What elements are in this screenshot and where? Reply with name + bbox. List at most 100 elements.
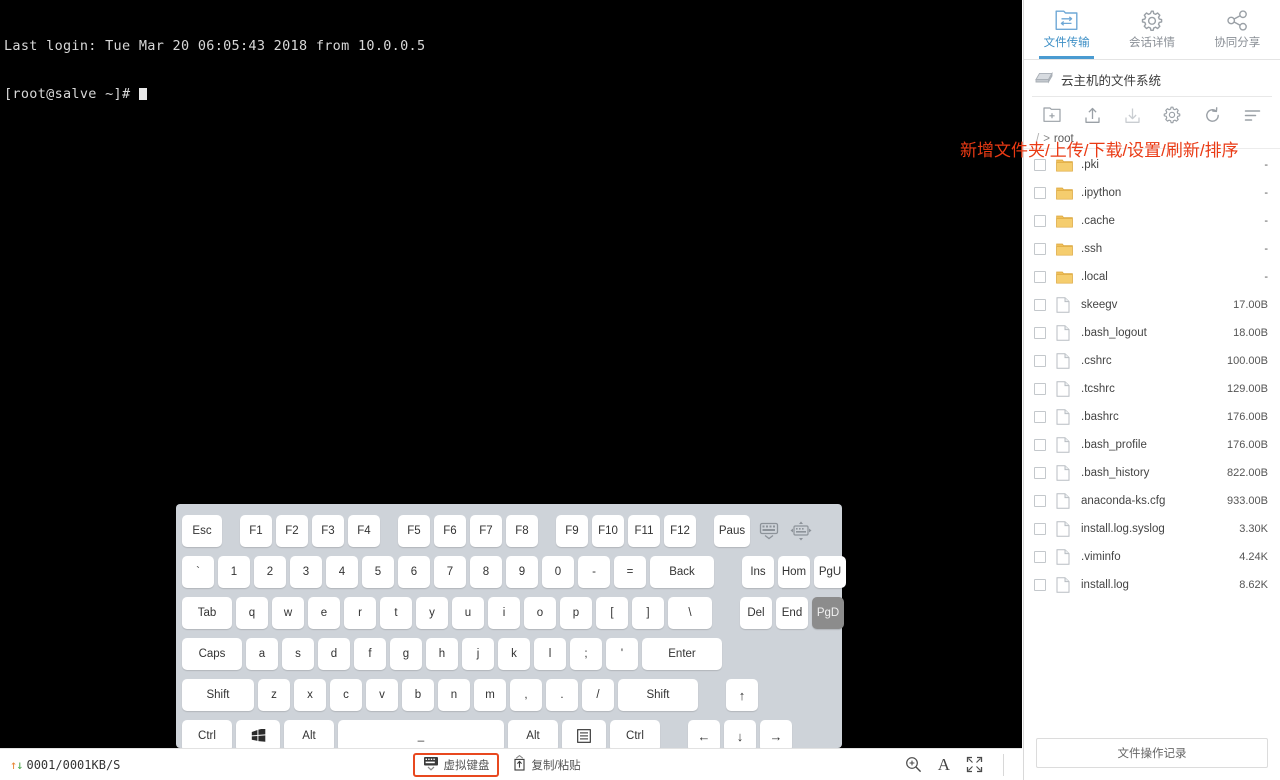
- key-v[interactable]: v: [366, 679, 398, 711]
- key-4[interactable]: 4: [326, 556, 358, 588]
- key-capslock[interactable]: Caps: [182, 638, 242, 670]
- key-z[interactable]: z: [258, 679, 290, 711]
- key-s[interactable]: s: [282, 638, 314, 670]
- file-checkbox[interactable]: [1034, 579, 1046, 591]
- key-o[interactable]: o: [524, 597, 556, 629]
- refresh-icon[interactable]: [1198, 102, 1226, 128]
- key-h[interactable]: h: [426, 638, 458, 670]
- key-backtick[interactable]: `: [182, 556, 214, 588]
- key-f5[interactable]: F5: [398, 515, 430, 547]
- key-d[interactable]: d: [318, 638, 350, 670]
- file-row[interactable]: install.log.syslog 3.30K: [1024, 515, 1280, 543]
- file-row[interactable]: skeegv 17.00B: [1024, 291, 1280, 319]
- file-list[interactable]: .pki - .ipython - .cache - .ssh - .local - skeegv 1…: [1024, 149, 1280, 730]
- key-f2[interactable]: F2: [276, 515, 308, 547]
- key-8[interactable]: 8: [470, 556, 502, 588]
- copy-paste-button[interactable]: 复制/粘贴: [507, 753, 585, 776]
- font-size-icon[interactable]: A: [938, 755, 950, 775]
- key-delete[interactable]: Del: [740, 597, 772, 629]
- key-i[interactable]: i: [488, 597, 520, 629]
- key-c[interactable]: c: [330, 679, 362, 711]
- key-m[interactable]: m: [474, 679, 506, 711]
- key-slash[interactable]: /: [582, 679, 614, 711]
- key-3[interactable]: 3: [290, 556, 322, 588]
- key-f1[interactable]: F1: [240, 515, 272, 547]
- key-t[interactable]: t: [380, 597, 412, 629]
- key-backslash[interactable]: \: [668, 597, 712, 629]
- key-f3[interactable]: F3: [312, 515, 344, 547]
- file-row[interactable]: .cache -: [1024, 207, 1280, 235]
- file-row[interactable]: .local -: [1024, 263, 1280, 291]
- key-bracket-left[interactable]: [: [596, 597, 628, 629]
- magnifier-zoom-icon[interactable]: [905, 756, 922, 773]
- key-end[interactable]: End: [776, 597, 808, 629]
- key-2[interactable]: 2: [254, 556, 286, 588]
- key-j[interactable]: j: [462, 638, 494, 670]
- virtual-keyboard[interactable]: Esc F1 F2 F3 F4 F5 F6 F7 F8 F9 F10 F11 F…: [176, 504, 846, 752]
- file-checkbox[interactable]: [1034, 299, 1046, 311]
- key-f8[interactable]: F8: [506, 515, 538, 547]
- key-comma[interactable]: ,: [510, 679, 542, 711]
- tab-session-details[interactable]: 会话详情: [1109, 0, 1194, 59]
- key-q[interactable]: q: [236, 597, 268, 629]
- file-row[interactable]: .ipython -: [1024, 179, 1280, 207]
- file-row[interactable]: .bash_history 822.00B: [1024, 459, 1280, 487]
- file-row[interactable]: .bash_logout 18.00B: [1024, 319, 1280, 347]
- file-checkbox[interactable]: [1034, 243, 1046, 255]
- keyboard-move-icon[interactable]: [786, 516, 816, 546]
- key-f9[interactable]: F9: [556, 515, 588, 547]
- key-f4[interactable]: F4: [348, 515, 380, 547]
- key-y[interactable]: y: [416, 597, 448, 629]
- upload-icon[interactable]: [1078, 102, 1106, 128]
- new-folder-icon[interactable]: [1038, 102, 1066, 128]
- key-pause[interactable]: Paus: [714, 515, 750, 547]
- key-6[interactable]: 6: [398, 556, 430, 588]
- key-pageup[interactable]: PgU: [814, 556, 846, 588]
- tab-file-transfer[interactable]: 文件传输: [1024, 0, 1109, 59]
- key-n[interactable]: n: [438, 679, 470, 711]
- key-7[interactable]: 7: [434, 556, 466, 588]
- file-checkbox[interactable]: [1034, 495, 1046, 507]
- file-checkbox[interactable]: [1034, 187, 1046, 199]
- file-row[interactable]: install.log 8.62K: [1024, 571, 1280, 599]
- key-insert[interactable]: Ins: [742, 556, 774, 588]
- gear-icon[interactable]: [1158, 102, 1186, 128]
- file-checkbox[interactable]: [1034, 523, 1046, 535]
- file-row[interactable]: anaconda-ks.cfg 933.00B: [1024, 487, 1280, 515]
- key-period[interactable]: .: [546, 679, 578, 711]
- file-checkbox[interactable]: [1034, 327, 1046, 339]
- file-row[interactable]: .ssh -: [1024, 235, 1280, 263]
- file-operation-log-button[interactable]: 文件操作记录: [1036, 738, 1268, 768]
- key-a[interactable]: a: [246, 638, 278, 670]
- key-f6[interactable]: F6: [434, 515, 466, 547]
- file-row[interactable]: .tcshrc 129.00B: [1024, 375, 1280, 403]
- key-5[interactable]: 5: [362, 556, 394, 588]
- key-quote[interactable]: ': [606, 638, 638, 670]
- key-home[interactable]: Hom: [778, 556, 810, 588]
- file-row[interactable]: .cshrc 100.00B: [1024, 347, 1280, 375]
- key-f7[interactable]: F7: [470, 515, 502, 547]
- key-f11[interactable]: F11: [628, 515, 660, 547]
- key-f[interactable]: f: [354, 638, 386, 670]
- file-row[interactable]: .viminfo 4.24K: [1024, 543, 1280, 571]
- key-f10[interactable]: F10: [592, 515, 624, 547]
- key-9[interactable]: 9: [506, 556, 538, 588]
- key-p[interactable]: p: [560, 597, 592, 629]
- file-checkbox[interactable]: [1034, 467, 1046, 479]
- key-g[interactable]: g: [390, 638, 422, 670]
- key-x[interactable]: x: [294, 679, 326, 711]
- file-row[interactable]: .bashrc 176.00B: [1024, 403, 1280, 431]
- key-semicolon[interactable]: ;: [570, 638, 602, 670]
- key-minus[interactable]: -: [578, 556, 610, 588]
- key-tab[interactable]: Tab: [182, 597, 232, 629]
- file-row[interactable]: .bash_profile 176.00B: [1024, 431, 1280, 459]
- file-checkbox[interactable]: [1034, 411, 1046, 423]
- keyboard-collapse-icon[interactable]: [754, 516, 784, 546]
- file-checkbox[interactable]: [1034, 271, 1046, 283]
- key-b[interactable]: b: [402, 679, 434, 711]
- key-l[interactable]: l: [534, 638, 566, 670]
- virtual-keyboard-button[interactable]: 虚拟键盘: [413, 752, 500, 777]
- key-pagedown[interactable]: PgD: [812, 597, 844, 629]
- key-bracket-right[interactable]: ]: [632, 597, 664, 629]
- key-e[interactable]: e: [308, 597, 340, 629]
